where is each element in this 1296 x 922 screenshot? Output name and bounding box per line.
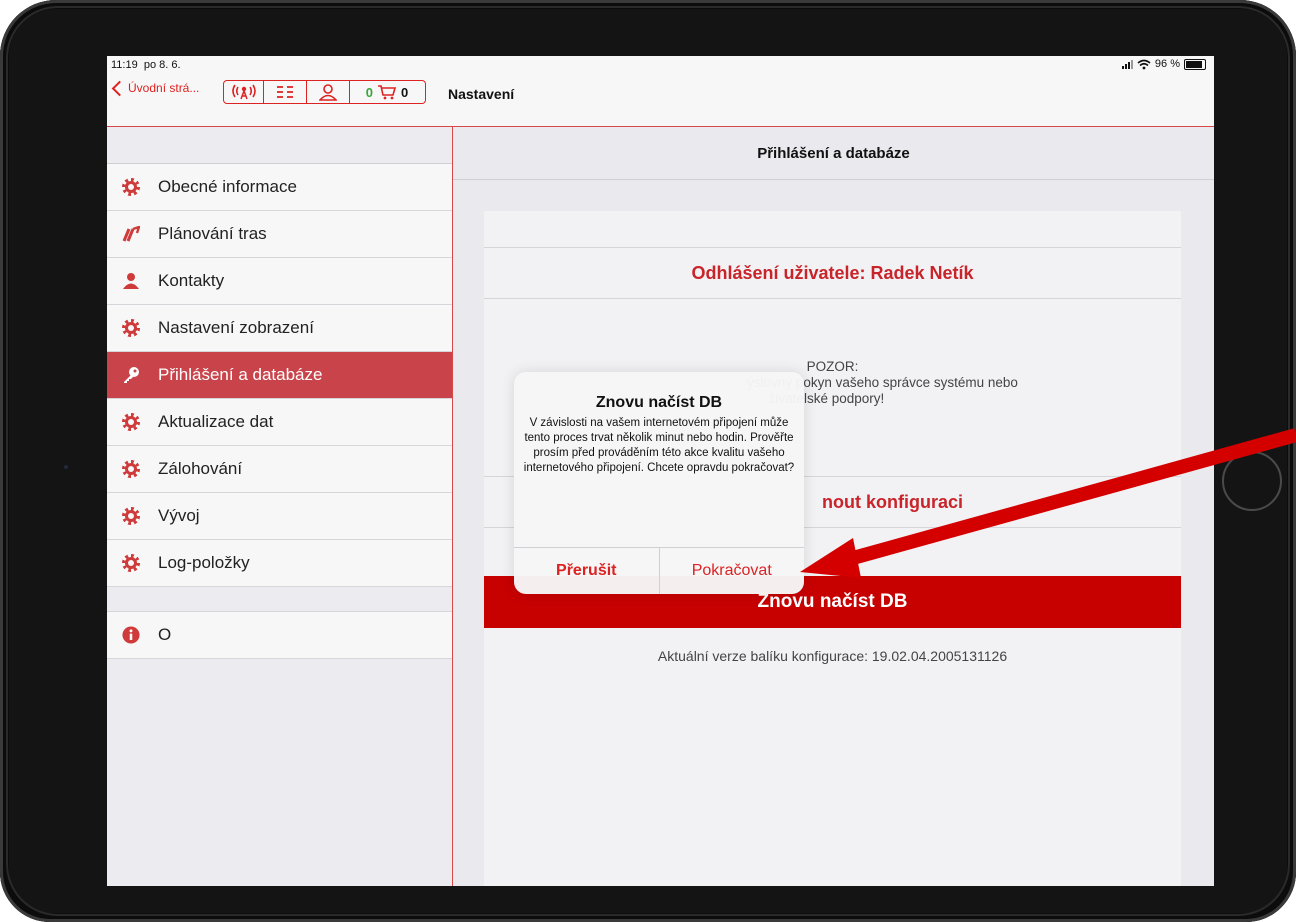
tablet-frame: 11:19 po 8. 6. 96 % Úvodní strá... 0 0 N… (0, 0, 1296, 922)
sidebar-item-development[interactable]: Vývoj (107, 493, 452, 540)
route-icon (122, 225, 140, 243)
cart-count: 0 (401, 84, 409, 100)
battery-percent: 96 % (1154, 58, 1180, 70)
sidebar-item-label: Kontakty (158, 271, 225, 290)
sidebar-item-label: O (158, 625, 172, 644)
sidebar-item-login-database[interactable]: Přihlášení a databáze (107, 352, 452, 399)
cancel-button[interactable]: Přerušit (514, 548, 660, 594)
cart-icon (378, 85, 397, 100)
user-icon (318, 83, 337, 101)
connection-button[interactable] (223, 80, 264, 104)
list-button[interactable] (263, 80, 307, 104)
sidebar-item-label: Log-položky (158, 553, 250, 572)
confirm-dialog: Znovu načíst DB V závislosti na vašem in… (514, 372, 804, 594)
back-button[interactable]: Úvodní strá... (111, 80, 200, 96)
sidebar-item-label: Zálohování (158, 459, 243, 478)
person-icon (122, 272, 140, 290)
gear-icon (122, 554, 140, 572)
dialog-message: V závislosti na vašem internetovém připo… (523, 417, 795, 474)
user-button[interactable] (306, 80, 350, 104)
config-version: Aktuální verze balíku konfigurace: 19.02… (657, 648, 1008, 664)
list-icon (276, 86, 293, 98)
cart-button[interactable]: 0 0 (349, 80, 426, 104)
top-bar: 11:19 po 8. 6. 96 % Úvodní strá... 0 0 N… (107, 56, 1214, 127)
sidebar-item-log[interactable]: Log-položky (107, 540, 452, 587)
dialog-title: Znovu načíst DB (595, 394, 723, 411)
logout-button[interactable]: Odhlášení uživatele: Radek Netík (484, 248, 1181, 299)
gear-icon (122, 319, 140, 337)
info-icon (122, 626, 140, 644)
sidebar-item-backup[interactable]: Zálohování (107, 446, 452, 493)
sidebar-item-label: Plánování tras (158, 224, 267, 243)
wifi-icon (1137, 59, 1151, 69)
status-indicators: 96 % (1121, 58, 1206, 70)
signal-icon (1121, 59, 1133, 69)
page-title: Nastavení (448, 86, 515, 102)
sidebar-item-label: Vývoj (158, 506, 200, 525)
sidebar-item-route-planning[interactable]: Plánování tras (107, 211, 452, 258)
battery-icon (1184, 58, 1206, 70)
gear-icon (122, 507, 140, 525)
camera-icon (64, 465, 68, 469)
gear-icon (122, 178, 140, 196)
section-title: Přihlášení a databáze (453, 127, 1214, 180)
sidebar-item-label: Přihlášení a databáze (158, 365, 323, 384)
dialog-buttons: Přerušit Pokračovat (514, 547, 804, 594)
key-icon (122, 366, 140, 384)
sidebar-item-contacts[interactable]: Kontakty (107, 258, 452, 305)
sidebar-item-general[interactable]: Obecné informace (107, 164, 452, 211)
sidebar: Obecné informace Plánování tras Kontakty… (107, 127, 453, 886)
date: po 8. 6. (143, 59, 181, 71)
sidebar-item-about[interactable]: O (107, 612, 452, 659)
gear-icon (122, 460, 140, 478)
card-spacer (484, 211, 1181, 248)
sidebar-spacer (107, 127, 452, 164)
home-button[interactable] (1222, 451, 1282, 511)
status-time: 11:19 po 8. 6. (111, 59, 181, 71)
sidebar-item-label: Obecné informace (158, 177, 297, 196)
sidebar-item-data-update[interactable]: Aktualizace dat (107, 399, 452, 446)
sidebar-spacer (107, 587, 452, 612)
cart-count-green: 0 (365, 84, 373, 100)
antenna-icon (231, 84, 256, 100)
sidebar-item-label: Nastavení zobrazení (158, 318, 314, 337)
gear-icon (122, 413, 140, 431)
back-label: Úvodní strá... (128, 81, 200, 95)
sidebar-item-display-settings[interactable]: Nastavení zobrazení (107, 305, 452, 352)
sidebar-item-label: Aktualizace dat (158, 412, 274, 431)
clock: 11:19 (111, 59, 138, 71)
continue-button[interactable]: Pokračovat (660, 548, 805, 594)
chevron-left-icon (111, 80, 128, 96)
screen: 11:19 po 8. 6. 96 % Úvodní strá... 0 0 N… (107, 56, 1214, 886)
